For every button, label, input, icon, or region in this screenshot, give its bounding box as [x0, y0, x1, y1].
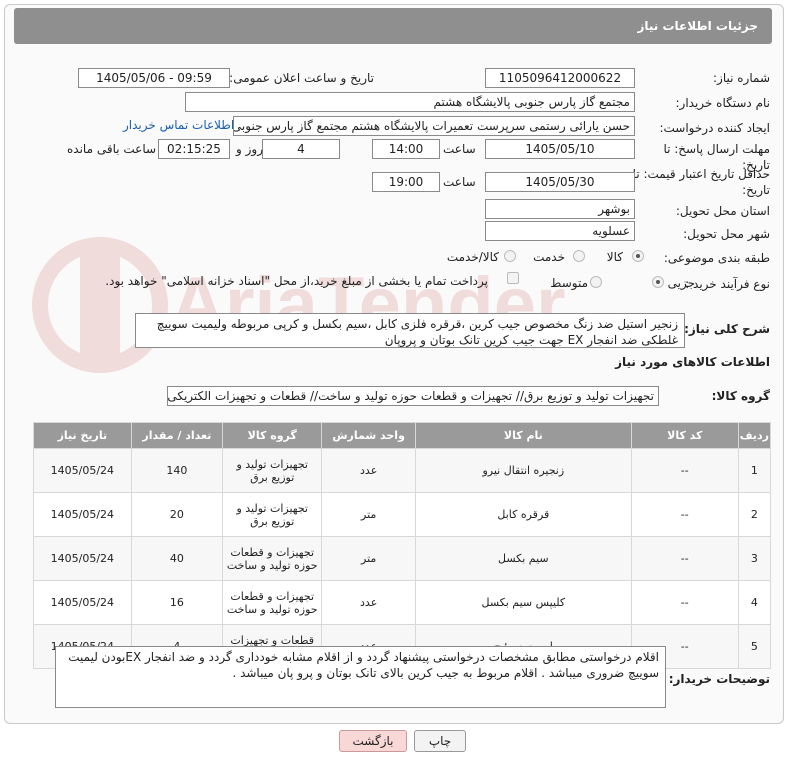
cell-date: 1405/05/24	[33, 492, 132, 537]
validity-date-field: 1405/05/30	[485, 172, 635, 192]
category-radio-service[interactable]	[573, 250, 585, 262]
cell-name: زنجیره انتقال نیرو	[414, 448, 632, 493]
remaining-time-field: 02:15:25	[158, 139, 230, 159]
table-row: 3 -- سیم بکسل متر تجهیزات و قطعات حوزه ت…	[33, 536, 772, 581]
buyer-notes-text: اقلام درخواستی مطابق مشخصات درخواستی پیش…	[55, 646, 666, 708]
payment-note: پرداخت تمام یا بخشی از مبلغ خرید،از محل …	[105, 274, 488, 288]
province-field: بوشهر	[485, 199, 635, 219]
city-field: عسلویه	[485, 221, 635, 241]
buyer-notes-label: توضیحات خریدار:	[668, 672, 770, 686]
print-button[interactable]: چاپ	[414, 730, 466, 752]
goods-table: ردیف کد کالا نام کالا واحد شمارش گروه کا…	[33, 422, 772, 669]
col-name: نام کالا	[414, 422, 632, 449]
buyer-field: مجتمع گاز پارس جنوبی پالایشگاه هشتم	[185, 92, 635, 112]
table-row: 2 -- قرقره کابل متر تجهیزات تولید و توزی…	[33, 492, 772, 537]
page-title: جزئیات اطلاعات نیاز	[14, 8, 772, 44]
goods-group-label: گروه کالا:	[711, 389, 770, 403]
validity-label: حداقل تاریخ اعتبار قیمت: تا تاریخ:	[632, 167, 770, 197]
need-number-field: 1105096412000622	[485, 68, 635, 88]
cell-unit: متر	[321, 536, 416, 581]
process-radio-minor[interactable]	[652, 276, 664, 288]
deadline-time-label: ساعت	[443, 142, 476, 156]
deadline-time-field: 14:00	[372, 139, 440, 159]
goods-table-header: ردیف کد کالا نام کالا واحد شمارش گروه کا…	[33, 422, 772, 449]
category-option-goods: کالا	[606, 250, 623, 264]
validity-time-field: 19:00	[372, 172, 440, 192]
city-label: شهر محل تحویل:	[683, 227, 770, 241]
deadline-date-field: 1405/05/10	[485, 139, 635, 159]
col-group: گروه کالا	[222, 422, 323, 449]
cell-code: --	[630, 536, 739, 581]
cell-date: 1405/05/24	[33, 536, 132, 581]
cell-code: --	[630, 492, 739, 537]
need-number-label: شماره نیاز:	[713, 71, 770, 85]
goods-group-field: تجهیزات تولید و توزیع برق// تجهیزات و قط…	[167, 386, 659, 406]
process-option-minor: جزیی	[667, 276, 695, 290]
category-radio-goods[interactable]	[632, 250, 644, 262]
cell-date: 1405/05/24	[33, 580, 132, 625]
cell-name: کلیپس سیم بکسل	[414, 580, 632, 625]
buyer-label: نام دستگاه خریدار:	[675, 96, 771, 110]
cell-group: تجهیزات تولید و توزیع برق	[222, 492, 323, 537]
cell-row: 2	[737, 492, 772, 537]
category-option-service: خدمت	[533, 250, 565, 264]
cell-group: تجهیزات تولید و توزیع برق	[222, 448, 323, 493]
process-label: نوع فرآیند خرید :	[685, 277, 770, 291]
buyer-contact-link[interactable]: اطلاعات تماس خریدار	[123, 118, 234, 132]
cell-qty: 20	[130, 492, 224, 537]
cell-qty: 16	[130, 580, 224, 625]
cell-group: تجهیزات و قطعات حوزه تولید و ساخت	[222, 536, 323, 581]
cell-unit: عدد	[321, 448, 416, 493]
col-code: کد کالا	[630, 422, 739, 449]
creator-label: ایجاد کننده درخواست:	[659, 121, 770, 135]
treasury-payment-checkbox[interactable]	[507, 272, 519, 284]
process-option-medium: متوسط	[550, 276, 588, 290]
category-label: طبقه بندی موضوعی:	[663, 251, 770, 265]
category-radio-goods-service[interactable]	[504, 250, 516, 262]
cell-name: سیم بکسل	[414, 536, 632, 581]
announce-label: تاریخ و ساعت اعلان عمومی:	[229, 71, 374, 85]
back-button[interactable]: بازگشت	[339, 730, 407, 752]
cell-group: تجهیزات و قطعات حوزه تولید و ساخت	[222, 580, 323, 625]
cell-unit: عدد	[321, 580, 416, 625]
remaining-label: ساعت باقی مانده	[67, 142, 157, 156]
days-label: روز و	[236, 142, 263, 156]
cell-name: قرقره کابل	[414, 492, 632, 537]
description-text: زنجیر استیل ضد زنگ مخصوص جیب کرین ،قرقره…	[135, 313, 685, 348]
category-option-goods-service: کالا/خدمت	[446, 250, 499, 264]
cell-row: 3	[737, 536, 772, 581]
cell-unit: متر	[321, 492, 416, 537]
cell-row: 5	[737, 624, 772, 669]
col-date: تاریخ نیاز	[33, 422, 132, 449]
cell-date: 1405/05/24	[33, 448, 132, 493]
province-label: استان محل تحویل:	[675, 204, 770, 218]
table-row: 4 -- کلیپس سیم بکسل عدد تجهیزات و قطعات …	[33, 580, 772, 625]
cell-row: 4	[737, 580, 772, 625]
cell-code: --	[630, 580, 739, 625]
col-qty: تعداد / مقدار	[130, 422, 224, 449]
col-unit: واحد شمارش	[321, 422, 416, 449]
days-field: 4	[262, 139, 340, 159]
creator-field: حسن یارائی رستمی سرپرست تعمیرات پالایشگا…	[233, 116, 635, 136]
col-row: ردیف	[737, 422, 772, 449]
process-radio-medium[interactable]	[590, 276, 602, 288]
goods-section-title: اطلاعات کالاهای مورد نیاز	[615, 355, 770, 369]
cell-qty: 40	[130, 536, 224, 581]
validity-time-label: ساعت	[443, 175, 476, 189]
cell-qty: 140	[130, 448, 224, 493]
table-row: 1 -- زنجیره انتقال نیرو عدد تجهیزات تولی…	[33, 448, 772, 493]
announce-field: 1405/05/06 - 09:59	[78, 68, 230, 88]
description-label: شرح کلی نیاز:	[684, 322, 770, 336]
cell-row: 1	[737, 448, 772, 493]
cell-code: --	[630, 448, 739, 493]
